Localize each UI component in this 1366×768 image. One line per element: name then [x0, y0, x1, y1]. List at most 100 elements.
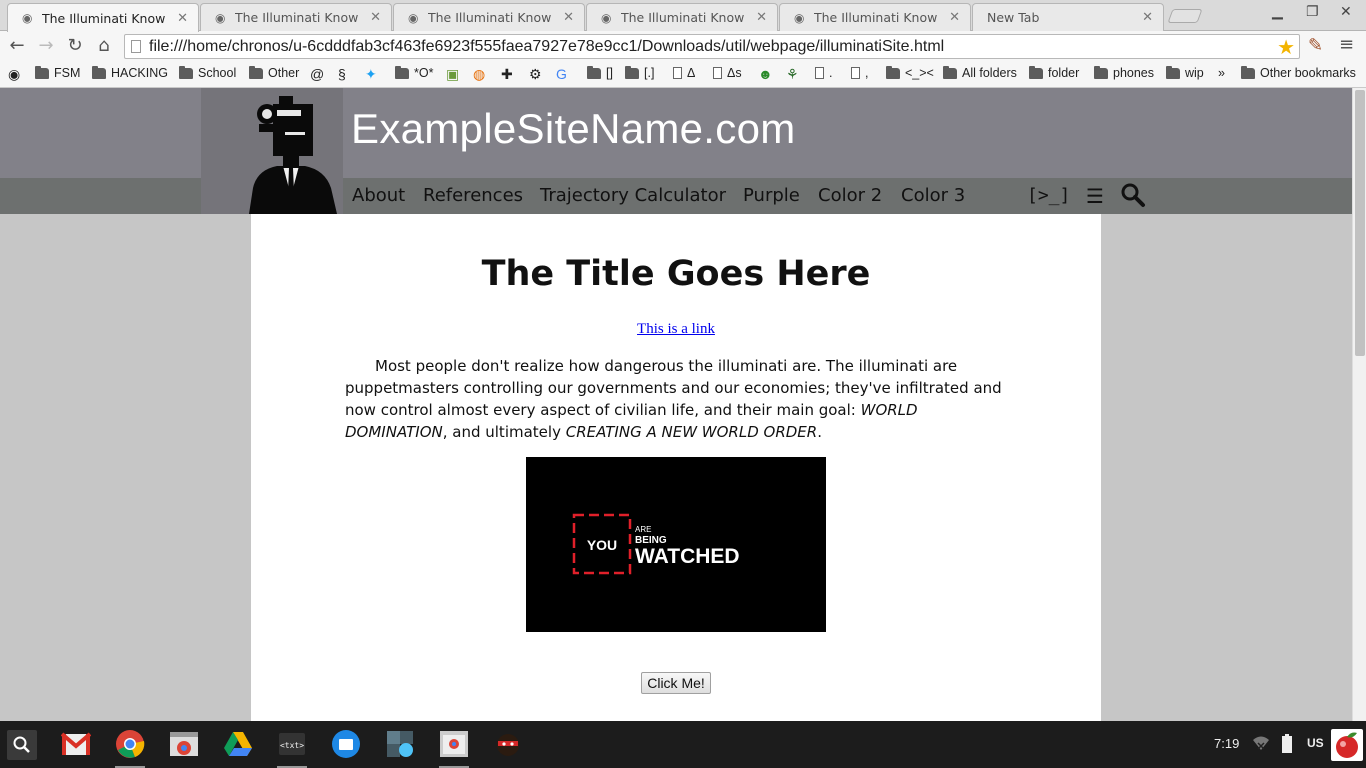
keyboard-layout-indicator: US [1307, 736, 1324, 750]
chrome-menu-icon[interactable]: ≡ [1339, 34, 1354, 55]
tab-3[interactable]: ◉ The Illuminati Know ✕ [393, 3, 585, 31]
bookmarks-bar: ◉ FSM HACKING School Other @ § ✦ *O* ▣ ◍… [0, 61, 1366, 88]
chrome-app-icon[interactable] [115, 729, 145, 768]
eye-icon: ◉ [794, 10, 805, 25]
close-tab-icon[interactable]: ✕ [949, 10, 960, 25]
swirl-bookmark-icon[interactable]: @ [310, 66, 328, 82]
bookmark-comma[interactable]: , [851, 66, 868, 80]
wifi-icon [1253, 736, 1269, 750]
bookmark-folder-all-folders[interactable]: All folders [943, 65, 1017, 80]
bookmark-folder-school[interactable]: School [179, 65, 237, 80]
search-icon[interactable] [1120, 182, 1146, 208]
bookmark-folder-other[interactable]: Other [249, 65, 299, 80]
close-tab-icon[interactable]: ✕ [756, 10, 767, 25]
bookmark-folder-bracket[interactable]: [] [587, 65, 613, 80]
bookmark-folder-fsm[interactable]: FSM [35, 65, 80, 80]
eye-icon: ◉ [601, 10, 612, 25]
address-bar[interactable]: file:///home/chronos/u-6cdddfab3cf463fe6… [124, 34, 1300, 59]
restore-icon[interactable]: ❐ [1306, 4, 1319, 20]
chrome-window-app-icon[interactable] [439, 729, 469, 768]
folder-icon [886, 65, 900, 79]
tab-6[interactable]: New Tab ✕ [972, 3, 1164, 31]
tab-2[interactable]: ◉ The Illuminati Know ✕ [200, 3, 392, 31]
intro-paragraph: Most people don't realize how dangerous … [345, 355, 1007, 443]
bookmark-label: [.] [644, 66, 655, 80]
new-tab-button[interactable] [1167, 9, 1203, 23]
bookmark-label: School [198, 66, 237, 80]
bookmarks-overflow-button[interactable]: » [1218, 66, 1225, 80]
translate-bookmark-icon[interactable]: G [556, 66, 571, 82]
nav-purple[interactable]: Purple [743, 185, 800, 206]
bookmark-folder-phones[interactable]: phones [1094, 65, 1154, 80]
hamburger-menu-icon[interactable]: ☰ [1086, 184, 1104, 208]
bookmark-delta[interactable]: Δ [673, 66, 695, 80]
close-tab-icon[interactable]: ✕ [563, 10, 574, 25]
status-tray[interactable]: 7:19 US [1206, 729, 1366, 761]
bookmark-delta-s[interactable]: Δs [713, 66, 742, 80]
tab-1[interactable]: ◉ The Illuminati Know ✕ [7, 3, 199, 32]
bookmark-label: wip [1185, 66, 1204, 80]
bookmark-label: Δs [727, 66, 742, 80]
twitter-bookmark-icon[interactable]: ✦ [365, 66, 381, 83]
close-window-icon[interactable]: ✕ [1340, 4, 1352, 20]
bookmark-folder-hacking[interactable]: HACKING [92, 65, 168, 80]
bookmark-label: folder [1048, 66, 1080, 80]
nav-color-3[interactable]: Color 3 [901, 185, 965, 206]
app-launcher-button[interactable] [7, 730, 37, 760]
click-me-button[interactable]: Click Me! [641, 672, 711, 694]
bookmark-label: [] [606, 66, 613, 80]
text-editor-app-icon[interactable]: <txt> [277, 729, 307, 768]
avatar[interactable] [1331, 729, 1363, 761]
are-text: ARE [635, 525, 651, 534]
bookmark-folder-folder[interactable]: folder [1029, 65, 1080, 80]
bookmark-folder-face[interactable]: <_>< [886, 65, 934, 80]
minimize-icon[interactable]: ▁ [1272, 4, 1283, 20]
tab-4[interactable]: ◉ The Illuminati Know ✕ [586, 3, 778, 31]
nav-about[interactable]: About [352, 185, 405, 206]
nav-references[interactable]: References [423, 185, 523, 206]
calculator-app-icon[interactable] [385, 729, 415, 759]
gear-bookmark-icon[interactable]: ⚙ [529, 66, 546, 83]
site-title[interactable]: ExampleSiteName.com [351, 105, 796, 153]
close-tab-icon[interactable]: ✕ [370, 10, 381, 25]
gmail-app-icon[interactable] [60, 729, 92, 759]
close-tab-icon[interactable]: ✕ [1142, 10, 1153, 25]
tab-5[interactable]: ◉ The Illuminati Know ✕ [779, 3, 971, 31]
reload-icon[interactable]: ↻ [64, 35, 86, 57]
bookmark-folder-other-bookmarks[interactable]: Other bookmarks [1241, 65, 1356, 80]
eye-bookmark-icon[interactable]: ◉ [8, 66, 24, 83]
nav-color-2[interactable]: Color 2 [818, 185, 882, 206]
android-bookmark-icon[interactable]: ▣ [446, 66, 463, 83]
files-app-icon[interactable] [331, 729, 361, 759]
back-icon[interactable]: ← [6, 35, 28, 57]
ninja-app-icon[interactable] [493, 729, 523, 759]
s-bookmark-icon[interactable]: § [338, 66, 350, 82]
extension-icon[interactable]: ✎ [1308, 35, 1323, 56]
close-tab-icon[interactable]: ✕ [177, 11, 188, 26]
duckduckgo-bookmark-icon[interactable]: ◍ [473, 66, 489, 83]
emphasis-new-world-order: CREATING A NEW WORLD ORDER [565, 423, 818, 441]
nav-trajectory-calculator[interactable]: Trajectory Calculator [540, 185, 726, 206]
home-icon[interactable]: ⌂ [93, 35, 115, 57]
svg-text:<txt>: <txt> [280, 741, 304, 750]
site-logo[interactable] [201, 88, 343, 214]
bookmark-dot[interactable]: . [815, 66, 832, 80]
scrollbar-thumb[interactable] [1355, 90, 1365, 356]
bookmark-folder-o[interactable]: *O* [395, 65, 433, 80]
page-title: The Title Goes Here [481, 254, 871, 294]
puzzle-bookmark-icon[interactable]: ✚ [501, 66, 517, 83]
bookmark-folder-bracket-dot[interactable]: [.] [625, 65, 655, 80]
terminal-button[interactable]: [>_] [1027, 185, 1070, 206]
google-drive-app-icon[interactable] [223, 729, 253, 759]
page-scrollbar[interactable] [1352, 88, 1366, 721]
folder-icon [625, 65, 639, 79]
browser-window-app-icon[interactable] [169, 729, 199, 759]
forward-icon[interactable]: → [35, 35, 57, 57]
folder-icon [1241, 65, 1255, 79]
example-link[interactable]: This is a link [637, 321, 715, 337]
snake-bookmark-icon[interactable]: ⚘ [786, 66, 803, 83]
bookmark-folder-wip[interactable]: wip [1166, 65, 1204, 80]
battery-icon [1282, 734, 1292, 753]
bookmark-star-icon[interactable]: ★ [1277, 35, 1295, 59]
alien-bookmark-icon[interactable]: ☻ [758, 66, 777, 82]
